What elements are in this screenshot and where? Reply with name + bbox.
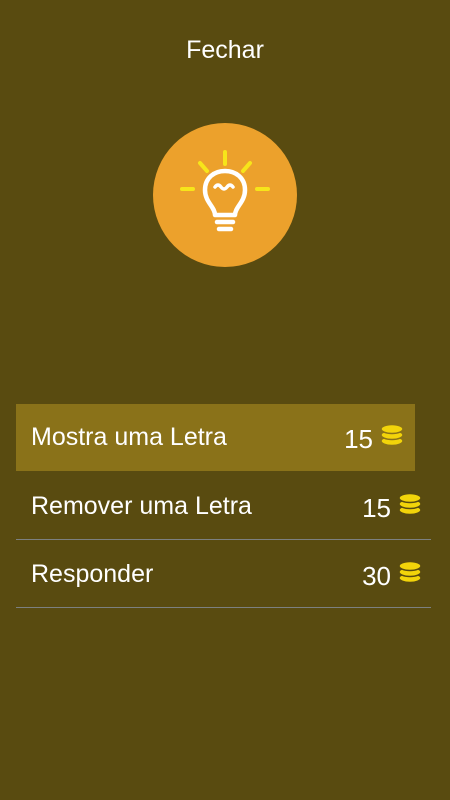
hint-lightbulb	[153, 123, 297, 267]
lightbulb-icon	[180, 150, 270, 232]
cost-value: 15	[344, 424, 373, 454]
close-button[interactable]: Fechar	[0, 30, 450, 70]
option-answer[interactable]: Responder 30	[16, 541, 431, 608]
option-cost: 30	[362, 541, 423, 611]
option-label: Remover uma Letra	[31, 492, 252, 520]
option-label: Mostra uma Letra	[31, 423, 227, 451]
coin-stack-icon	[380, 424, 404, 447]
option-show-letter[interactable]: Mostra uma Letra 15	[16, 404, 415, 471]
cost-value: 15	[362, 493, 391, 523]
option-cost: 15	[362, 473, 423, 543]
cost-value: 30	[362, 561, 391, 591]
option-label: Responder	[31, 560, 154, 588]
coin-stack-icon	[398, 561, 422, 584]
coin-stack-icon	[398, 493, 422, 516]
option-remove-letter[interactable]: Remover uma Letra 15	[16, 473, 431, 540]
option-cost: 15	[344, 404, 405, 474]
